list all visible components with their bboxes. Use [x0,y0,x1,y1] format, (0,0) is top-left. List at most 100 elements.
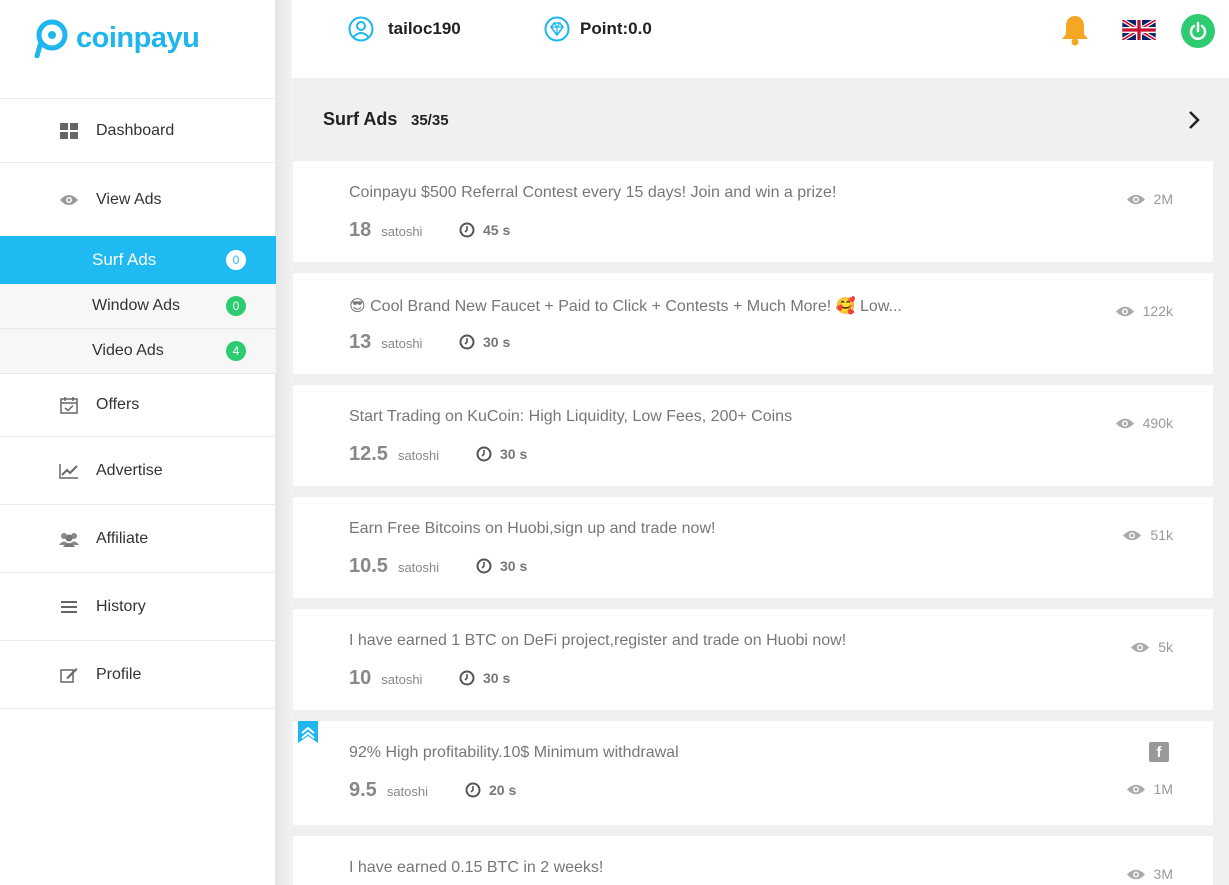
ad-view-count: 51k [1150,527,1173,543]
ad-card[interactable]: 92% High profitability.10$ Minimum withd… [293,721,1213,825]
ad-timer: 20 s [465,782,516,798]
clock-icon [476,558,492,574]
ad-title: Start Trading on KuCoin: High Liquidity,… [349,408,793,425]
user-info[interactable]: tailoc190 [348,16,461,42]
ad-unit: satoshi [397,448,440,463]
eye-icon [58,189,80,211]
uk-flag-icon[interactable] [1121,18,1157,45]
sidebar-item-label: History [96,597,146,615]
coinpayu-logo-icon [34,19,68,58]
ad-reward: 18 satoshi [349,219,422,242]
ad-reward: 13 satoshi [349,331,422,354]
eye-icon [1126,784,1145,794]
ad-unit: satoshi [381,336,423,351]
notification-bell-icon[interactable] [1060,14,1090,51]
ad-card[interactable]: Start Trading on KuCoin: High Liquidity,… [293,385,1213,486]
ad-duration: 45 s [483,222,511,238]
sidebar: coinpayu Dashboard View Ads Surf Ads 0 W… [0,0,276,885]
chevron-right-icon[interactable] [1187,109,1201,136]
ad-view-count: 1M [1153,781,1173,797]
users-icon [58,528,80,550]
logo-text: coinpayu [76,21,200,54]
ad-timer: 30 s [476,446,527,462]
ad-timer: 45 s [459,222,510,238]
ad-unit: satoshi [381,672,423,687]
ad-title: I have earned 0.15 BTC in 2 weeks! [349,859,604,876]
sidebar-item-label: Offers [96,396,140,413]
line-chart-icon [58,460,80,482]
count-badge: 0 [226,296,246,316]
sidebar-item-history[interactable]: History [0,573,276,641]
ad-view-count: 5k [1158,639,1173,655]
ad-view-count: 490k [1142,415,1173,431]
dashboard-icon [58,120,80,142]
clock-icon [459,222,475,238]
ad-views: 51k [1122,527,1173,543]
clock-icon [476,446,492,462]
ad-amount: 9.5 [349,779,377,801]
sidebar-item-profile[interactable]: Profile [0,641,276,709]
section-title: Surf Ads [323,109,398,129]
ad-card[interactable]: I have earned 1 BTC on DeFi project,regi… [293,609,1213,710]
ad-card[interactable]: 😎 Cool Brand New Faucet + Paid to Click … [293,273,1213,374]
sidebar-item-offers[interactable]: Offers [0,374,276,437]
ad-amount: 10.5 [349,555,388,577]
ad-views: 3M [1126,866,1173,882]
username: tailoc190 [388,19,461,38]
section-header: Surf Ads 35/35 [292,98,1229,142]
ad-view-count: 3M [1153,866,1173,882]
ad-amount: 12.5 [349,443,388,465]
clock-icon [459,670,475,686]
ad-reward: 10 satoshi [349,667,422,690]
ad-unit: satoshi [397,560,440,575]
sidebar-item-advertise[interactable]: Advertise [0,437,276,505]
sidebar-subitem-window-ads[interactable]: Window Ads 0 [0,284,276,329]
sidebar-subitem-video-ads[interactable]: Video Ads 4 [0,329,276,374]
ad-duration: 20 s [489,782,517,798]
ad-timer: 30 s [476,558,527,574]
ad-duration: 30 s [483,334,511,350]
sidebar-item-label: Dashboard [96,121,175,139]
ad-card[interactable]: Coinpayu $500 Referral Contest every 15 … [293,161,1213,262]
sidebar-item-label: View Ads [96,190,162,208]
sidebar-subitem-label: Window Ads [92,297,181,314]
ad-duration: 30 s [483,670,511,686]
eye-icon [1126,194,1145,204]
ad-views: 5k [1130,639,1173,655]
points-value: Point:0.0 [580,19,652,38]
eye-icon [1115,306,1134,316]
sidebar-subitem-surf-ads[interactable]: Surf Ads 0 [0,236,276,284]
ad-amount: 18 [349,219,372,241]
ad-reward: 9.5 satoshi [349,779,428,802]
ad-title: 92% High profitability.10$ Minimum withd… [349,744,679,761]
ad-unit: satoshi [381,224,423,239]
ad-reward: 10.5 satoshi [349,555,439,578]
ad-duration: 30 s [500,558,528,574]
ad-views: 122k [1115,303,1173,319]
ad-card[interactable]: Earn Free Bitcoins on Huobi,sign up and … [293,497,1213,598]
ad-title: 😎 Cool Brand New Faucet + Paid to Click … [349,298,902,315]
ad-timer: 30 s [459,334,510,350]
ad-timer: 30 s [459,670,510,686]
user-icon [348,16,374,42]
sidebar-item-dashboard[interactable]: Dashboard [0,99,276,163]
eye-icon [1131,642,1150,652]
ad-view-count: 2M [1153,191,1173,207]
logo[interactable]: coinpayu [32,18,200,58]
section-count: 35/35 [411,112,449,129]
clock-icon [459,334,475,350]
ad-views: 490k [1115,415,1173,431]
ad-title: I have earned 1 BTC on DeFi project,regi… [349,632,847,649]
bookmark-icon [298,721,318,748]
ad-card[interactable]: I have earned 0.15 BTC in 2 weeks! 3M [293,836,1213,885]
sidebar-item-view-ads[interactable]: View Ads [0,163,276,236]
eye-icon [1123,530,1142,540]
sidebar-item-affiliate[interactable]: Affiliate [0,505,276,573]
logout-power-icon[interactable] [1181,14,1215,48]
count-badge: 0 [226,250,246,270]
eye-icon [1126,869,1145,879]
sidebar-divider [276,0,292,885]
ad-amount: 10 [349,667,372,689]
sidebar-subitem-label: Video Ads [92,342,164,359]
points-info: Point:0.0 [544,16,652,42]
